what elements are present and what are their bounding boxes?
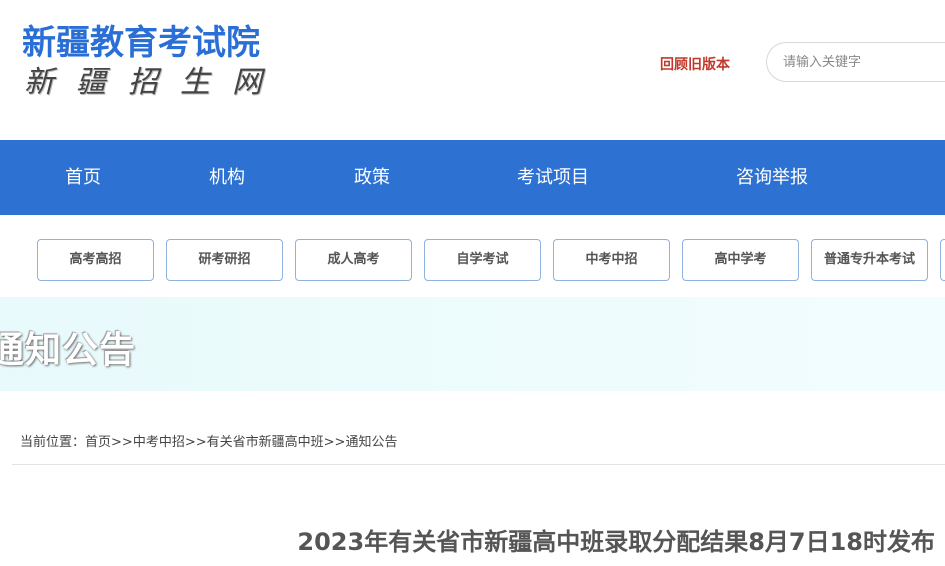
breadcrumb-prefix: 当前位置： [20,435,86,450]
search-input[interactable] [766,42,945,82]
nav-item-exam-projects[interactable]: 考试项目 [517,140,589,215]
breadcrumb-separator: >> [323,435,346,450]
banner-title: 通知公告 [0,330,137,371]
sub-nav-yankao[interactable]: 研考研招 [166,239,283,281]
breadcrumb-xinjiang-class[interactable]: 有关省市新疆高中班 [207,435,324,450]
site-title[interactable]: 新疆教育考试院 [22,22,260,64]
article-title: 2023年有关省市新疆高中班录取分配结果8月7日18时发布 [297,528,935,556]
breadcrumb-separator: >> [184,435,207,450]
sub-nav-adult-exam[interactable]: 成人高考 [295,239,412,281]
sub-nav-xuekao[interactable]: 高中学考 [682,239,799,281]
breadcrumb-home[interactable]: 首页 [85,435,111,450]
sub-nav-zhongkao[interactable]: 中考中招 [553,239,670,281]
banner: 通知公告 [0,297,945,391]
breadcrumb-separator: >> [111,435,133,450]
sub-nav-self-study[interactable]: 自学考试 [424,239,541,281]
breadcrumb: 当前位置：首页>>中考中招>>有关省市新疆高中班>>通知公告 [20,431,397,450]
breadcrumb-zhongkao[interactable]: 中考中招 [133,435,185,450]
divider [12,464,945,465]
nav-item-consult-report[interactable]: 咨询举报 [736,140,808,215]
breadcrumb-notices[interactable]: 通知公告 [345,435,397,450]
main-nav: 首页 机构 政策 考试项目 咨询举报 [0,140,945,215]
sub-nav-zhuanshengben[interactable]: 普通专升本考试 [811,239,928,281]
sub-nav-gaokao[interactable]: 高考高招 [37,239,154,281]
sub-nav-more[interactable] [940,239,945,281]
site-subtitle: 新疆招生网 [24,65,284,100]
nav-item-organization[interactable]: 机构 [209,140,245,215]
nav-item-home[interactable]: 首页 [65,140,101,215]
nav-item-policy[interactable]: 政策 [354,140,390,215]
old-version-link[interactable]: 回顾旧版本 [660,54,730,74]
